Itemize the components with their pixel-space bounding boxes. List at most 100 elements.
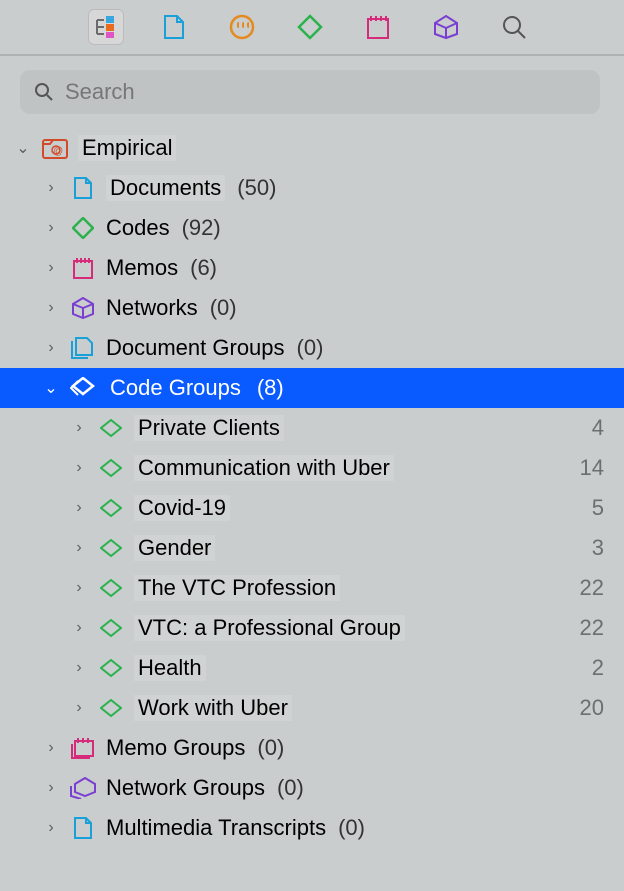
diamond-outline-icon	[96, 579, 126, 597]
code-group-label: Gender	[134, 535, 215, 561]
code-group-count: 4	[592, 415, 604, 441]
chevron-down-icon[interactable]: ⌄	[14, 138, 32, 158]
tree-item-code-group[interactable]: › Work with Uber 20	[0, 688, 624, 728]
document-icon	[68, 817, 98, 839]
item-label: Documents	[106, 175, 225, 201]
chevron-right-icon[interactable]: ›	[70, 579, 88, 597]
code-group-label: Communication with Uber	[134, 455, 394, 481]
diamond-outline-icon	[96, 539, 126, 557]
tree-item-code-groups[interactable]: ⌄ Code Groups (8)	[0, 368, 624, 408]
tree-item-document-groups[interactable]: › Document Groups (0)	[0, 328, 624, 368]
networks-tab-button[interactable]	[428, 9, 464, 45]
tree-item-code-group[interactable]: › Communication with Uber 14	[0, 448, 624, 488]
chevron-right-icon[interactable]: ›	[70, 699, 88, 717]
diamond-icon	[297, 14, 323, 40]
item-label: Multimedia Transcripts	[106, 815, 326, 841]
chevron-right-icon[interactable]: ›	[42, 299, 60, 317]
magnifier-icon	[501, 14, 527, 40]
tree-item-codes[interactable]: › Codes (92)	[0, 208, 624, 248]
diamond-icon	[68, 217, 98, 239]
memo-icon	[68, 257, 98, 279]
search-input[interactable]	[63, 78, 586, 106]
tree-item-memos[interactable]: › Memos (6)	[0, 248, 624, 288]
code-group-label: Private Clients	[134, 415, 284, 441]
code-group-count: 2	[592, 655, 604, 681]
item-count: (0)	[297, 335, 324, 361]
item-label: Network Groups	[106, 775, 265, 801]
search-field[interactable]	[20, 70, 600, 114]
document-group-icon	[68, 337, 98, 359]
item-label: Memo Groups	[106, 735, 245, 761]
item-label: Memos	[106, 255, 178, 281]
tree-item-code-group[interactable]: › Gender 3	[0, 528, 624, 568]
document-icon	[164, 15, 184, 39]
code-tab-button[interactable]	[292, 9, 328, 45]
chevron-right-icon[interactable]: ›	[42, 179, 60, 197]
item-count: (8)	[257, 375, 284, 401]
item-count: (6)	[190, 255, 217, 281]
chevron-right-icon[interactable]: ›	[70, 539, 88, 557]
tree-item-code-group[interactable]: › The VTC Profession 22	[0, 568, 624, 608]
view-tree-button[interactable]	[88, 9, 124, 45]
tree-item-networks[interactable]: › Networks (0)	[0, 288, 624, 328]
chevron-right-icon[interactable]: ›	[42, 819, 60, 837]
item-count: (0)	[338, 815, 365, 841]
chevron-right-icon[interactable]: ›	[42, 779, 60, 797]
chevron-down-icon[interactable]: ⌄	[42, 378, 60, 398]
code-group-count: 5	[592, 495, 604, 521]
toolbar	[0, 0, 624, 56]
code-group-count: 3	[592, 535, 604, 561]
tree-item-code-group[interactable]: › VTC: a Professional Group 22	[0, 608, 624, 648]
memo-group-icon	[68, 737, 98, 759]
code-group-count: 22	[580, 615, 604, 641]
chevron-right-icon[interactable]: ›	[70, 619, 88, 637]
tree-item-code-group[interactable]: › Covid-19 5	[0, 488, 624, 528]
chevron-right-icon[interactable]: ›	[70, 659, 88, 677]
chevron-right-icon[interactable]: ›	[70, 419, 88, 437]
memos-tab-button[interactable]	[360, 9, 396, 45]
item-label: Code Groups	[106, 375, 245, 401]
code-group-count: 14	[580, 455, 604, 481]
item-count: (0)	[210, 295, 237, 321]
network-group-icon	[68, 777, 98, 799]
chevron-right-icon[interactable]: ›	[70, 459, 88, 477]
search-tab-button[interactable]	[496, 9, 532, 45]
diamond-outline-icon	[96, 419, 126, 437]
code-group-count: 22	[580, 575, 604, 601]
tree-item-memo-groups[interactable]: › Memo Groups (0)	[0, 728, 624, 768]
item-count: (50)	[237, 175, 276, 201]
code-group-count: 20	[580, 695, 604, 721]
memo-icon	[367, 15, 389, 39]
project-icon: @	[40, 137, 70, 159]
item-label: Networks	[106, 295, 198, 321]
diamond-outline-icon	[96, 619, 126, 637]
chevron-right-icon[interactable]: ›	[42, 339, 60, 357]
tree-item-project[interactable]: ⌄ @ Empirical	[0, 128, 624, 168]
tree-icon	[94, 16, 118, 38]
code-group-label: Covid-19	[134, 495, 230, 521]
item-count: (0)	[277, 775, 304, 801]
chevron-right-icon[interactable]: ›	[70, 499, 88, 517]
tree-item-documents[interactable]: › Documents (50)	[0, 168, 624, 208]
code-group-label: The VTC Profession	[134, 575, 340, 601]
item-label: Document Groups	[106, 335, 285, 361]
tree-item-multimedia[interactable]: › Multimedia Transcripts (0)	[0, 808, 624, 848]
tree-item-code-group[interactable]: ›Health2	[0, 648, 624, 688]
diamond-outline-icon	[96, 659, 126, 677]
documents-tab-button[interactable]	[156, 9, 192, 45]
codes-tab-button[interactable]	[224, 9, 260, 45]
tree-item-code-group[interactable]: › Private Clients 4	[0, 408, 624, 448]
item-count: (0)	[257, 735, 284, 761]
network-icon	[433, 14, 459, 40]
chevron-right-icon[interactable]: ›	[42, 219, 60, 237]
document-icon	[68, 177, 98, 199]
tree-item-network-groups[interactable]: › Network Groups (0)	[0, 768, 624, 808]
code-group-label: Work with Uber	[134, 695, 292, 721]
chevron-right-icon[interactable]: ›	[42, 259, 60, 277]
search-container	[0, 56, 624, 124]
chevron-right-icon[interactable]: ›	[42, 739, 60, 757]
quotes-icon	[229, 14, 255, 40]
svg-text:@: @	[53, 146, 63, 157]
item-count: (92)	[182, 215, 221, 241]
code-group-label: VTC: a Professional Group	[134, 615, 405, 641]
